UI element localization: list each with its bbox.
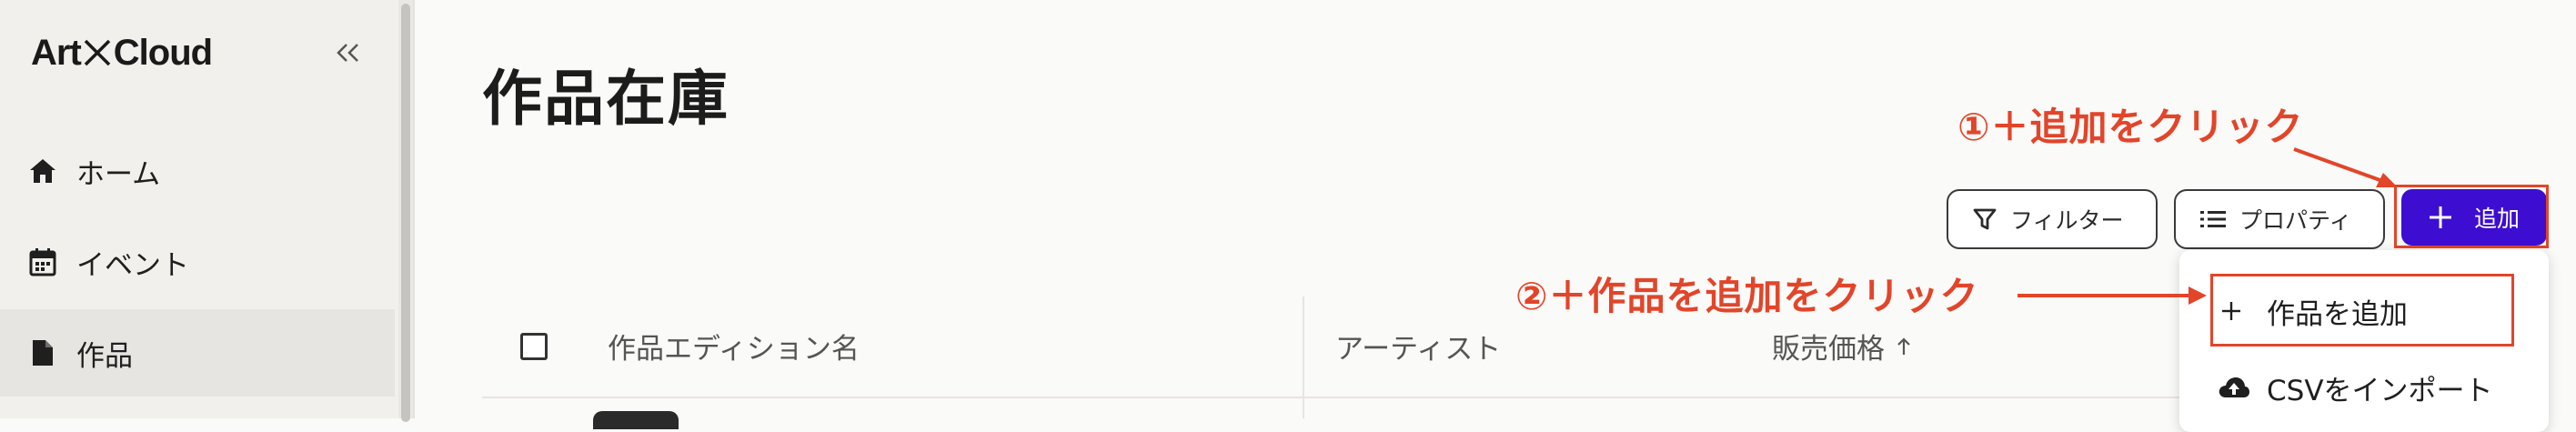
annotation-arrows bbox=[2018, 147, 2398, 305]
annotation-arrow-2 bbox=[2018, 286, 2207, 305]
annotation-arrow-1 bbox=[2293, 147, 2398, 187]
